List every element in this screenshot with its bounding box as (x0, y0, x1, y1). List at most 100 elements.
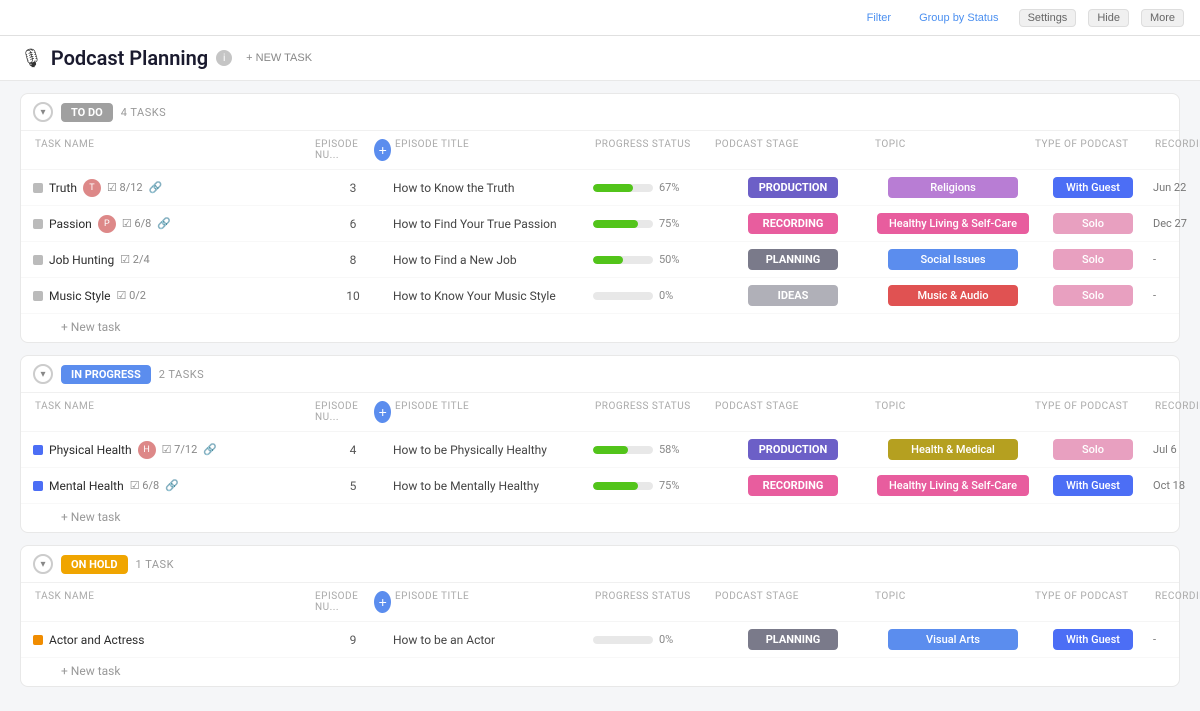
type-cell: Solo (1033, 439, 1153, 460)
podcast-stage-cell: RECORDING (713, 213, 873, 234)
recording-date: - (1153, 253, 1200, 266)
stage-badge: PLANNING (748, 249, 838, 270)
podcast-stage-cell: PRODUCTION (713, 177, 873, 198)
status-badge: IN PROGRESS (61, 365, 151, 384)
type-badge: Solo (1053, 285, 1133, 306)
type-cell: With Guest (1033, 475, 1153, 496)
topic-cell: Visual Arts (873, 629, 1033, 650)
episode-number: 6 (313, 217, 393, 231)
topic-cell: Music & Audio (873, 285, 1033, 306)
col-header-6: TYPE OF PODCAST (1033, 135, 1153, 165)
recording-date: Oct 18 (1153, 479, 1200, 492)
episode-title: How to Find a New Job (393, 253, 593, 267)
type-cell: With Guest (1033, 629, 1153, 650)
main-content: ▾ TO DO 4 TASKS TASK NAMEEPISODE NU... +… (0, 81, 1200, 711)
podcast-stage-cell: PLANNING (713, 249, 873, 270)
section-todo: ▾ TO DO 4 TASKS TASK NAMEEPISODE NU... +… (20, 93, 1180, 343)
table-row: Job Hunting ☑ 2/4 8How to Find a New Job… (21, 242, 1179, 278)
page-header: 🎙 Podcast Planning i + NEW TASK (0, 36, 1200, 81)
column-headers: TASK NAMEEPISODE NU... +EPISODE TITLEPRO… (21, 583, 1179, 622)
episode-number: 10 (313, 289, 393, 303)
add-task-row[interactable]: + New task (21, 658, 1179, 686)
col-header-3: PROGRESS STATUS (593, 135, 713, 165)
progress-cell: 67% (593, 181, 713, 194)
table-row: Music Style ☑ 0/2 10How to Know Your Mus… (21, 278, 1179, 314)
task-count: 1 TASK (136, 558, 174, 571)
task-name-cell: Music Style ☑ 0/2 (33, 289, 313, 303)
checkbox-count: ☑ 6/8 (130, 479, 160, 492)
task-name[interactable]: Passion (49, 217, 92, 231)
episode-title: How to Know the Truth (393, 181, 593, 195)
stage-badge: IDEAS (748, 285, 838, 306)
table-row: Actor and Actress 9How to be an Actor 0%… (21, 622, 1179, 658)
task-name[interactable]: Actor and Actress (49, 633, 144, 647)
info-icon[interactable]: i (216, 50, 232, 66)
column-headers: TASK NAMEEPISODE NU... +EPISODE TITLEPRO… (21, 131, 1179, 170)
progress-fill (593, 446, 628, 454)
link-icon: 🔗 (165, 479, 179, 492)
add-column-button[interactable]: + (374, 401, 391, 423)
type-cell: With Guest (1033, 177, 1153, 198)
link-icon: 🔗 (203, 443, 217, 456)
recording-date: Dec 27 (1153, 217, 1200, 230)
progress-fill (593, 482, 638, 490)
episode-title: How to Find Your True Passion (393, 217, 593, 231)
topic-cell: Social Issues (873, 249, 1033, 270)
column-headers: TASK NAMEEPISODE NU... +EPISODE TITLEPRO… (21, 393, 1179, 432)
new-task-button[interactable]: + NEW TASK (240, 50, 318, 66)
task-name-cell: Job Hunting ☑ 2/4 (33, 253, 313, 267)
progress-cell: 75% (593, 479, 713, 492)
stage-badge: PLANNING (748, 629, 838, 650)
add-column-button[interactable]: + (374, 591, 391, 613)
progress-percent: 67% (659, 181, 679, 194)
progress-bar (593, 482, 653, 490)
task-name[interactable]: Music Style (49, 289, 110, 303)
episode-number: 9 (313, 633, 393, 647)
avatar: H (138, 441, 156, 459)
task-count: 4 TASKS (121, 106, 166, 119)
progress-cell: 50% (593, 253, 713, 266)
episode-number: 5 (313, 479, 393, 493)
task-name[interactable]: Truth (49, 181, 77, 195)
task-name[interactable]: Mental Health (49, 479, 124, 493)
progress-percent: 50% (659, 253, 679, 266)
progress-percent: 75% (659, 479, 679, 492)
progress-percent: 0% (659, 633, 673, 646)
topic-badge: Health & Medical (888, 439, 1018, 460)
add-column-button[interactable]: + (374, 139, 391, 161)
progress-bar (593, 220, 653, 228)
checkbox-count: ☑ 0/2 (116, 289, 146, 302)
task-name[interactable]: Physical Health (49, 443, 132, 457)
add-task-row[interactable]: + New task (21, 314, 1179, 342)
col-header-3: PROGRESS STATUS (593, 397, 713, 427)
progress-fill (593, 220, 638, 228)
progress-cell: 75% (593, 217, 713, 230)
progress-percent: 75% (659, 217, 679, 230)
task-name[interactable]: Job Hunting (49, 253, 114, 267)
collapse-button[interactable]: ▾ (33, 554, 53, 574)
collapse-button[interactable]: ▾ (33, 102, 53, 122)
type-cell: Solo (1033, 249, 1153, 270)
stage-badge: RECORDING (748, 475, 838, 496)
task-name-cell: Truth T ☑ 8/12 🔗 (33, 179, 313, 197)
section-onhold: ▾ ON HOLD 1 TASK TASK NAMEEPISODE NU... … (20, 545, 1180, 687)
type-badge: With Guest (1053, 475, 1133, 496)
more-button[interactable]: More (1141, 9, 1184, 27)
avatar: P (98, 215, 116, 233)
add-task-row[interactable]: + New task (21, 504, 1179, 532)
topic-badge: Religions (888, 177, 1018, 198)
topic-badge: Healthy Living & Self-Care (877, 475, 1029, 496)
col-header-4: PODCAST STAGE (713, 397, 873, 427)
group-by-button[interactable]: Group by Status (911, 10, 1007, 26)
hide-button[interactable]: Hide (1088, 9, 1129, 27)
page-icon: 🎙 (20, 48, 43, 69)
col-header-0: TASK NAME (33, 397, 313, 427)
col-header-2: EPISODE TITLE (393, 587, 593, 617)
type-badge: Solo (1053, 249, 1133, 270)
col-header-1: EPISODE NU... + (313, 135, 393, 165)
settings-button[interactable]: Settings (1019, 9, 1077, 27)
podcast-stage-cell: PRODUCTION (713, 439, 873, 460)
filter-button[interactable]: Filter (859, 10, 899, 26)
stage-badge: PRODUCTION (748, 177, 838, 198)
collapse-button[interactable]: ▾ (33, 364, 53, 384)
